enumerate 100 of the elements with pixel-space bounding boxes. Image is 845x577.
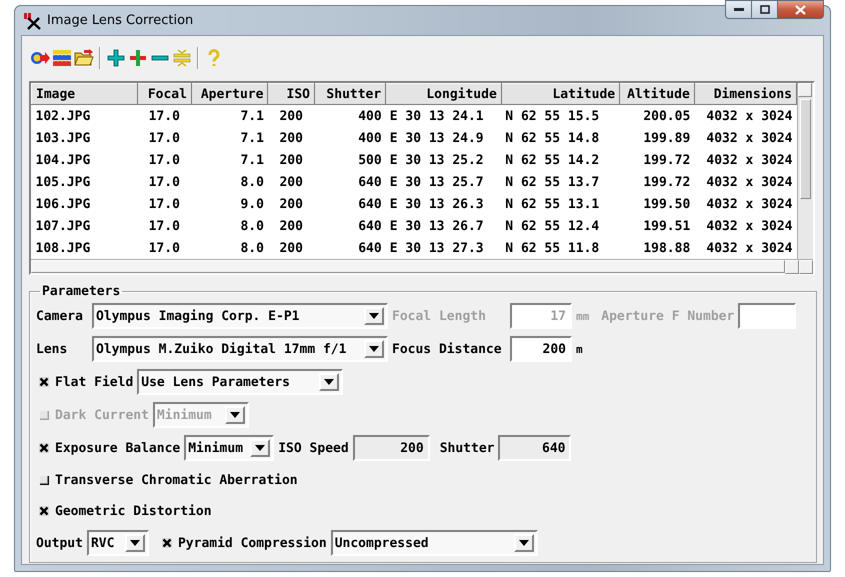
checkbox[interactable]: Transverse Chromatic Aberration xyxy=(39,472,298,488)
table-cell-text: E 30 13 25.2 xyxy=(388,152,485,170)
table-cell-text: 200 xyxy=(278,218,304,236)
caret-icon[interactable] xyxy=(518,539,529,547)
caret-icon[interactable] xyxy=(369,312,379,320)
field-label: Camera xyxy=(36,308,84,324)
table-cell-text: 199.50 xyxy=(642,196,692,214)
table-cell-text: 8.0 xyxy=(239,240,265,258)
plus-icon[interactable] xyxy=(106,48,126,68)
table-cell-text: 4032 x 3024 xyxy=(705,130,794,148)
table-cell-text: 7.1 xyxy=(239,152,265,170)
table-cell-text: E 30 13 26.7 xyxy=(388,218,485,236)
field-label: ISO Speed xyxy=(278,440,349,456)
table-cell-text: 17.0 xyxy=(148,240,181,258)
table-cell-text: 104.JPG xyxy=(34,152,92,170)
app-icon xyxy=(23,12,41,30)
input-field[interactable]: 200 xyxy=(352,435,430,461)
table-cell-text: 103.JPG xyxy=(34,130,92,148)
checkbox[interactable]: Pyramid Compression xyxy=(162,536,327,550)
table-cell: 17.0 xyxy=(137,104,192,127)
field-label: Shutter xyxy=(440,440,494,456)
close-button[interactable] xyxy=(778,0,824,19)
dropdown[interactable]: Olympus Imaging Corp. E-P1 xyxy=(92,303,388,329)
checkbox[interactable]: Exposure Balance xyxy=(39,440,180,456)
table-cell: N 62 55 15.5 xyxy=(501,104,620,127)
column-header[interactable]: Shutter xyxy=(314,84,386,104)
table-cell-text: 640 xyxy=(357,218,383,236)
caret-icon[interactable] xyxy=(324,378,334,386)
table-cell-text: N 62 55 14.8 xyxy=(504,130,600,148)
table-cell: 200.05 xyxy=(620,104,694,127)
dropdown[interactable]: Minimum xyxy=(184,435,274,461)
checkbox[interactable]: Geometric Distortion xyxy=(39,504,212,518)
field-label: Focal Length xyxy=(392,308,487,324)
table-cell-text: 199.51 xyxy=(642,218,692,236)
table-cell-text: 9.0 xyxy=(239,196,265,214)
dropdown[interactable]: Uncompressed xyxy=(330,530,538,556)
column-header[interactable]: ISO xyxy=(268,84,314,104)
table-cell: 400 xyxy=(314,104,386,127)
unit-label: m xyxy=(576,342,583,356)
grid-icon[interactable] xyxy=(52,48,72,68)
cross-icon xyxy=(39,506,49,516)
table-cell-text: 200 xyxy=(278,240,304,258)
column-header[interactable]: Image xyxy=(32,84,138,104)
column-header[interactable]: Dimensions xyxy=(694,84,796,104)
table-cell-text: 8.0 xyxy=(239,174,265,192)
caret-icon[interactable] xyxy=(369,345,379,353)
column-header[interactable]: Aperture xyxy=(191,84,268,104)
table-cell-text: 199.72 xyxy=(642,152,692,170)
input-field[interactable]: 640 xyxy=(498,435,572,461)
unit-label: mm xyxy=(576,310,590,322)
table-cell-text: N 62 55 13.7 xyxy=(504,174,600,192)
table-cell-text: 4032 x 3024 xyxy=(705,196,794,214)
table-cell-text: N 62 55 13.1 xyxy=(504,196,600,214)
horizontal-scrollbar[interactable] xyxy=(31,259,813,273)
minimize-button[interactable] xyxy=(725,0,752,19)
table-cell-text: N 62 55 11.8 xyxy=(504,240,600,258)
table-cell: E 30 13 24.1 xyxy=(386,104,502,127)
table-cell-text: 7.1 xyxy=(239,130,265,148)
table-cell-text: 4032 x 3024 xyxy=(705,174,794,192)
table-cell: 200 xyxy=(268,104,314,127)
table-cell-text: 17.0 xyxy=(148,152,181,170)
table-cell-text: 200 xyxy=(278,130,304,148)
caret-icon[interactable] xyxy=(130,539,140,547)
column-header[interactable]: Latitude xyxy=(501,84,620,104)
table-cell-text: 107.JPG xyxy=(34,218,92,236)
table-cell-text: 199.72 xyxy=(642,174,692,192)
table-cell-text: 640 xyxy=(357,174,383,192)
dropdown[interactable]: RVC xyxy=(86,530,149,556)
box-icon xyxy=(39,475,49,485)
checkbox[interactable]: Flat Field xyxy=(39,374,134,390)
table-cell-text: 17.0 xyxy=(148,174,181,192)
vertical-scrollbar[interactable] xyxy=(797,83,813,259)
maximize-icon xyxy=(760,5,770,14)
table-cell-text: N 62 55 12.4 xyxy=(504,218,600,236)
plus-icon[interactable] xyxy=(128,48,148,68)
table-cell-text: 500 xyxy=(357,152,383,170)
input-field[interactable]: 200 xyxy=(510,336,572,362)
minimize-icon xyxy=(734,8,744,12)
table-cell-text: E 30 13 24.9 xyxy=(388,130,485,148)
folder-icon[interactable] xyxy=(74,48,94,68)
maximize-button[interactable] xyxy=(752,0,778,19)
field-label: Lens xyxy=(36,342,68,356)
caret-icon[interactable] xyxy=(255,444,266,452)
column-header[interactable]: Altitude xyxy=(620,84,694,104)
column-header[interactable]: Longitude xyxy=(386,84,502,104)
table-cell-text: 105.JPG xyxy=(34,174,92,192)
table-cell-text: 4032 x 3024 xyxy=(705,240,794,258)
table-cell-text: 17.0 xyxy=(148,196,181,214)
table-cell-text: 200 xyxy=(278,196,304,214)
table-cell: 102.JPG xyxy=(32,104,138,127)
table-cell-text: E 30 13 27.3 xyxy=(388,240,485,258)
table-cell-text: 8.0 xyxy=(239,218,265,236)
dropdown[interactable]: Olympus M.Zuiko Digital 17mm f/1 xyxy=(92,336,388,362)
group-title: Parameters xyxy=(41,284,122,299)
table-cell-text: E 30 13 26.3 xyxy=(388,196,485,214)
column-header[interactable]: Focal xyxy=(137,84,192,104)
field-label: Focus Distance xyxy=(392,342,503,356)
dropdown[interactable]: Use Lens Parameters xyxy=(137,369,344,395)
table-cell-text: 200 xyxy=(278,174,304,192)
table-cell-text: 200 xyxy=(278,152,304,170)
